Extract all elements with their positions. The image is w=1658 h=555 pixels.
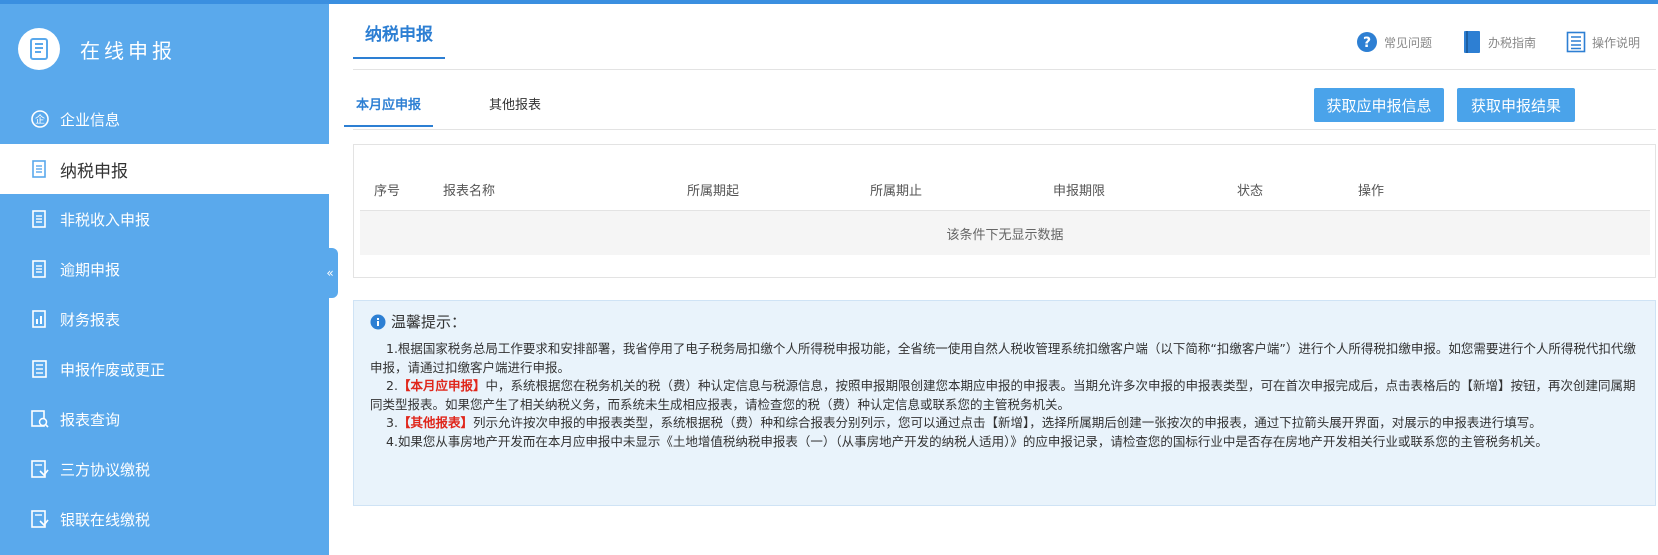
main-content: 纳税申报 ? 常见问题 办税指南 操作说明 本月应申报 其他报表 获取应申报信息… [344,4,1656,555]
header-links: ? 常见问题 办税指南 操作说明 [1356,30,1640,54]
column-header: 所属期止 [870,184,923,199]
tips-panel: 温馨提示： 1.根据国家税务总局工作要求和安排部署，我省停用了电子税务局扣缴个人… [353,300,1656,506]
enterprise-icon: 企 [30,109,50,129]
sidebar-item-label: 逾期申报 [60,260,121,279]
question-icon: ? [1356,32,1377,52]
column-header: 操作 [1358,184,1385,199]
operation-guide-link[interactable]: 操作说明 [1566,30,1640,54]
tax-guide-link[interactable]: 办税指南 [1462,30,1536,54]
sidebar-item-label: 财务报表 [60,310,121,329]
page-title: 纳税申报 [353,20,445,59]
column-header: 申报期限 [1053,184,1106,199]
sidebar-item-label: 非税收入申报 [60,210,151,229]
tips-title-text: 温馨提示： [391,313,467,331]
sidebar-item-void-correction[interactable]: 申报作废或更正 [0,344,329,394]
document-icon [30,209,50,229]
sidebar-item-label: 三方协议缴税 [60,460,151,479]
sidebar-item-report-query[interactable]: 报表查询 [0,394,329,444]
sidebar-title: 在线申报 [80,38,176,63]
sidebar-item-tax-filing[interactable]: 纳税申报 [0,144,329,194]
page-header: 纳税申报 ? 常见问题 办税指南 操作说明 [353,4,1656,70]
book-icon [1463,31,1480,53]
column-header: 所属期起 [687,184,740,199]
sidebar-item-label: 企业信息 [60,110,121,129]
tips-title: 温馨提示： [370,311,1639,332]
sidebar-item-label: 申报作废或更正 [60,360,166,379]
operation-guide-link-label: 操作说明 [1591,35,1640,50]
sidebar-item-label: 银联在线缴税 [60,510,151,529]
faq-link-label: 常见问题 [1383,35,1432,50]
tab-current-month[interactable]: 本月应申报 [344,94,434,127]
sidebar: 在线申报 企 企业信息 纳税申报 非税收入申报 逾期申报 财务报表 申报作废或更… [0,4,329,555]
report-icon [30,309,50,329]
agreement-icon [30,509,50,529]
sidebar-item-label: 报表查询 [60,410,121,429]
tip-3: 3.【其他报表】列示允许按次申报的申报表类型，系统根据税（费）种和综合报表分别列… [354,414,1639,433]
svg-text:?: ? [1363,35,1371,51]
sidebar-item-unionpay-payment[interactable]: 银联在线缴税 [0,494,329,544]
tax-guide-link-label: 办税指南 [1487,35,1536,50]
tip-4: 4.如果您从事房地产开发而在本月应申报中未显示《土地增值税纳税申报表（一）（从事… [386,433,1548,449]
sidebar-nav: 企 企业信息 纳税申报 非税收入申报 逾期申报 财务报表 申报作废或更正 报表查… [0,94,329,544]
list-doc-icon [1566,31,1586,53]
sidebar-brand: 在线申报 [0,4,329,94]
sidebar-item-overdue-filing[interactable]: 逾期申报 [0,244,329,294]
column-header: 报表名称 [443,184,496,199]
fetch-filing-info-button[interactable]: 获取应申报信息 [1314,88,1444,122]
sidebar-collapse-handle[interactable]: « [322,248,338,298]
svg-text:企: 企 [35,113,45,126]
tip-2-prefix: 2. [386,378,398,393]
fetch-filing-result-button[interactable]: 获取申报结果 [1457,88,1575,122]
column-header: 状态 [1237,184,1264,199]
tip-3-text: 列示允许按次申报的申报表类型，系统根据税（费）种和综合报表分别列示，您可以通过点… [472,415,1542,430]
tip-2-highlight: 【本月应申报】 [397,378,486,393]
tip-3-highlight: 【其他报表】 [397,415,473,430]
agreement-icon [30,459,50,479]
sidebar-item-non-tax-income[interactable]: 非税收入申报 [0,194,329,244]
tip-1: 1.根据国家税务总局工作要求和安排部署，我省停用了电子税务局扣缴个人所得税申报功… [370,341,1636,375]
filing-table: 序号 报表名称 所属期起 所属期止 申报期限 状态 操作 该条件下无显示数据 [353,144,1656,278]
list-icon [30,359,50,379]
column-header: 序号 [374,184,401,199]
sidebar-item-tripartite-payment[interactable]: 三方协议缴税 [0,444,329,494]
search-doc-icon [30,409,50,429]
tip-2-text: 中，系统根据您在税务机关的税（费）种认定信息与税源信息，按照申报期限创建您本期应… [370,378,1636,412]
faq-link[interactable]: ? 常见问题 [1356,30,1432,54]
tip-3-prefix: 3. [386,415,398,430]
tip-2: 2.【本月应申报】中，系统根据您在税务机关的税（费）种认定信息与税源信息，按照申… [354,377,1639,414]
online-filing-logo-icon [18,28,60,70]
document-icon [30,159,50,179]
sidebar-item-financial-reports[interactable]: 财务报表 [0,294,329,344]
info-icon [370,314,386,329]
empty-table-message: 该条件下无显示数据 [360,211,1650,255]
table-header: 序号 报表名称 所属期起 所属期止 申报期限 状态 操作 [360,163,1650,211]
sidebar-item-enterprise-info[interactable]: 企 企业信息 [0,94,329,144]
document-icon [30,259,50,279]
tab-other-reports[interactable]: 其他报表 [489,94,541,125]
sidebar-item-label: 纳税申报 [60,161,128,182]
